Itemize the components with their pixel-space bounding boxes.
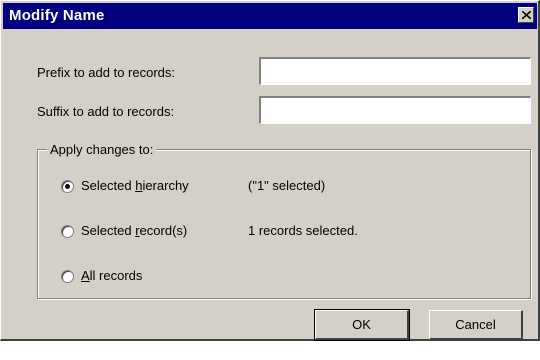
suffix-input[interactable] [259,96,531,124]
dialog-title: Modify Name [9,7,105,24]
selected-records-info: 1 records selected. [248,223,358,238]
ok-button[interactable]: OK [314,309,410,341]
selected-records-label[interactable]: Selected record(s) [81,223,187,238]
radio-selected-dot [65,184,70,189]
modify-name-dialog: Modify Name Prefix to add to records: Su… [0,0,540,341]
suffix-label: Suffix to add to records: [37,104,175,119]
selected-hierarchy-label[interactable]: Selected hierarchy [81,178,189,193]
close-button[interactable] [518,7,534,23]
apply-changes-title: Apply changes to: [47,142,157,157]
prefix-input[interactable] [259,57,531,85]
selected-hierarchy-info: ("1" selected) [248,178,326,193]
all-records-radio[interactable] [61,270,74,283]
all-records-label[interactable]: All records [81,268,142,283]
selected-hierarchy-radio[interactable] [61,180,74,193]
close-icon [522,11,531,19]
selected-records-radio[interactable] [61,225,74,238]
prefix-label: Prefix to add to records: [37,65,176,80]
cancel-button[interactable]: Cancel [429,310,523,340]
title-bar[interactable]: Modify Name [3,3,537,29]
